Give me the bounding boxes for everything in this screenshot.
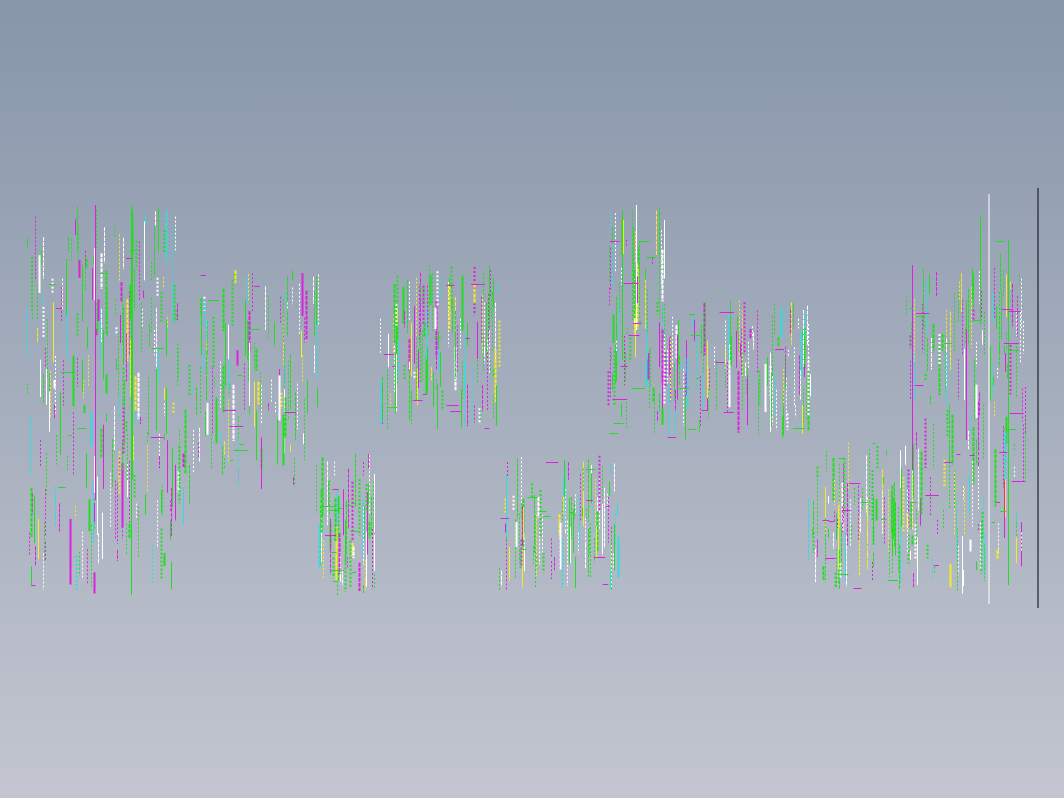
cad-viewport[interactable] (0, 0, 1064, 798)
viewport-background (0, 0, 1064, 798)
cad-drawing-canvas[interactable] (0, 0, 1064, 798)
